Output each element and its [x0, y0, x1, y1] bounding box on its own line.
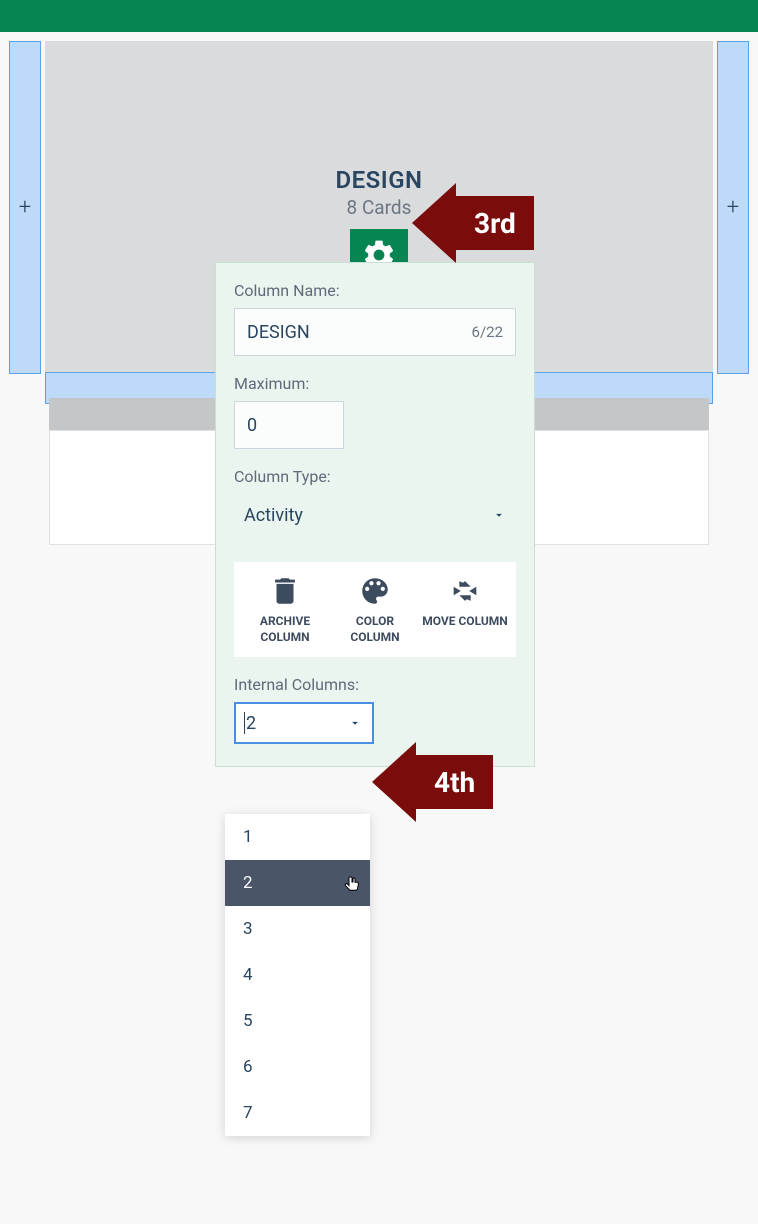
column-type-select[interactable]: Activity — [234, 494, 516, 536]
dropdown-option-7[interactable]: 7 — [225, 1090, 370, 1136]
dropdown-option-5[interactable]: 5 — [225, 998, 370, 1044]
column-type-label: Column Type: — [234, 467, 516, 486]
archive-label: ARCHIVE COLUMN — [242, 614, 328, 645]
action-buttons: ARCHIVE COLUMN COLOR COLUMN MOVE COLUMN — [234, 562, 516, 657]
internal-columns-dropdown: 1 2 3 4 5 6 7 — [225, 814, 370, 1136]
column-type-value: Activity — [244, 505, 303, 526]
internal-columns-label: Internal Columns: — [234, 675, 516, 694]
maximum-input[interactable]: 0 — [234, 401, 344, 449]
palette-icon — [358, 574, 392, 608]
annotation-arrow-4th: 4th — [372, 742, 493, 822]
maximum-label: Maximum: — [234, 374, 516, 393]
arrow-head-icon — [412, 183, 456, 263]
dropdown-option-4[interactable]: 4 — [225, 952, 370, 998]
move-column-button[interactable]: MOVE COLUMN — [422, 574, 508, 645]
column-name-input[interactable]: DESIGN 6/22 — [234, 308, 516, 356]
annotation-arrow-3rd: 3rd — [412, 183, 534, 263]
arrow-head-icon — [372, 742, 416, 822]
dropdown-option-2[interactable]: 2 — [225, 860, 370, 906]
top-bar — [0, 0, 758, 32]
add-column-left[interactable]: + — [9, 41, 41, 374]
maximum-value: 0 — [247, 415, 257, 436]
column-name-value: DESIGN — [247, 322, 310, 343]
chevron-down-icon — [492, 508, 506, 522]
color-label: COLOR COLUMN — [332, 614, 418, 645]
column-settings-panel: Column Name: DESIGN 6/22 Maximum: 0 Colu… — [215, 262, 535, 767]
archive-column-button[interactable]: ARCHIVE COLUMN — [242, 574, 328, 645]
dropdown-option-6[interactable]: 6 — [225, 1044, 370, 1090]
column-card-count: 8 Cards — [45, 196, 713, 219]
color-column-button[interactable]: COLOR COLUMN — [332, 574, 418, 645]
column-header: DESIGN 8 Cards — [45, 41, 713, 281]
internal-columns-value: 2 — [246, 713, 256, 734]
add-column-right[interactable]: + — [717, 41, 749, 374]
dropdown-option-1[interactable]: 1 — [225, 814, 370, 860]
trash-icon — [268, 574, 302, 608]
move-label: MOVE COLUMN — [422, 614, 508, 630]
move-icon — [448, 574, 482, 608]
annotation-3rd-label: 3rd — [474, 207, 516, 240]
plus-icon: + — [19, 195, 31, 220]
internal-columns-select[interactable]: 2 — [234, 702, 374, 744]
column-name-counter: 6/22 — [472, 323, 503, 341]
chevron-down-icon — [348, 716, 362, 730]
annotation-4th-label: 4th — [434, 766, 475, 799]
plus-icon: + — [727, 195, 739, 220]
column-name-label: Column Name: — [234, 281, 516, 300]
column-title: DESIGN — [45, 166, 713, 194]
dropdown-option-3[interactable]: 3 — [225, 906, 370, 952]
